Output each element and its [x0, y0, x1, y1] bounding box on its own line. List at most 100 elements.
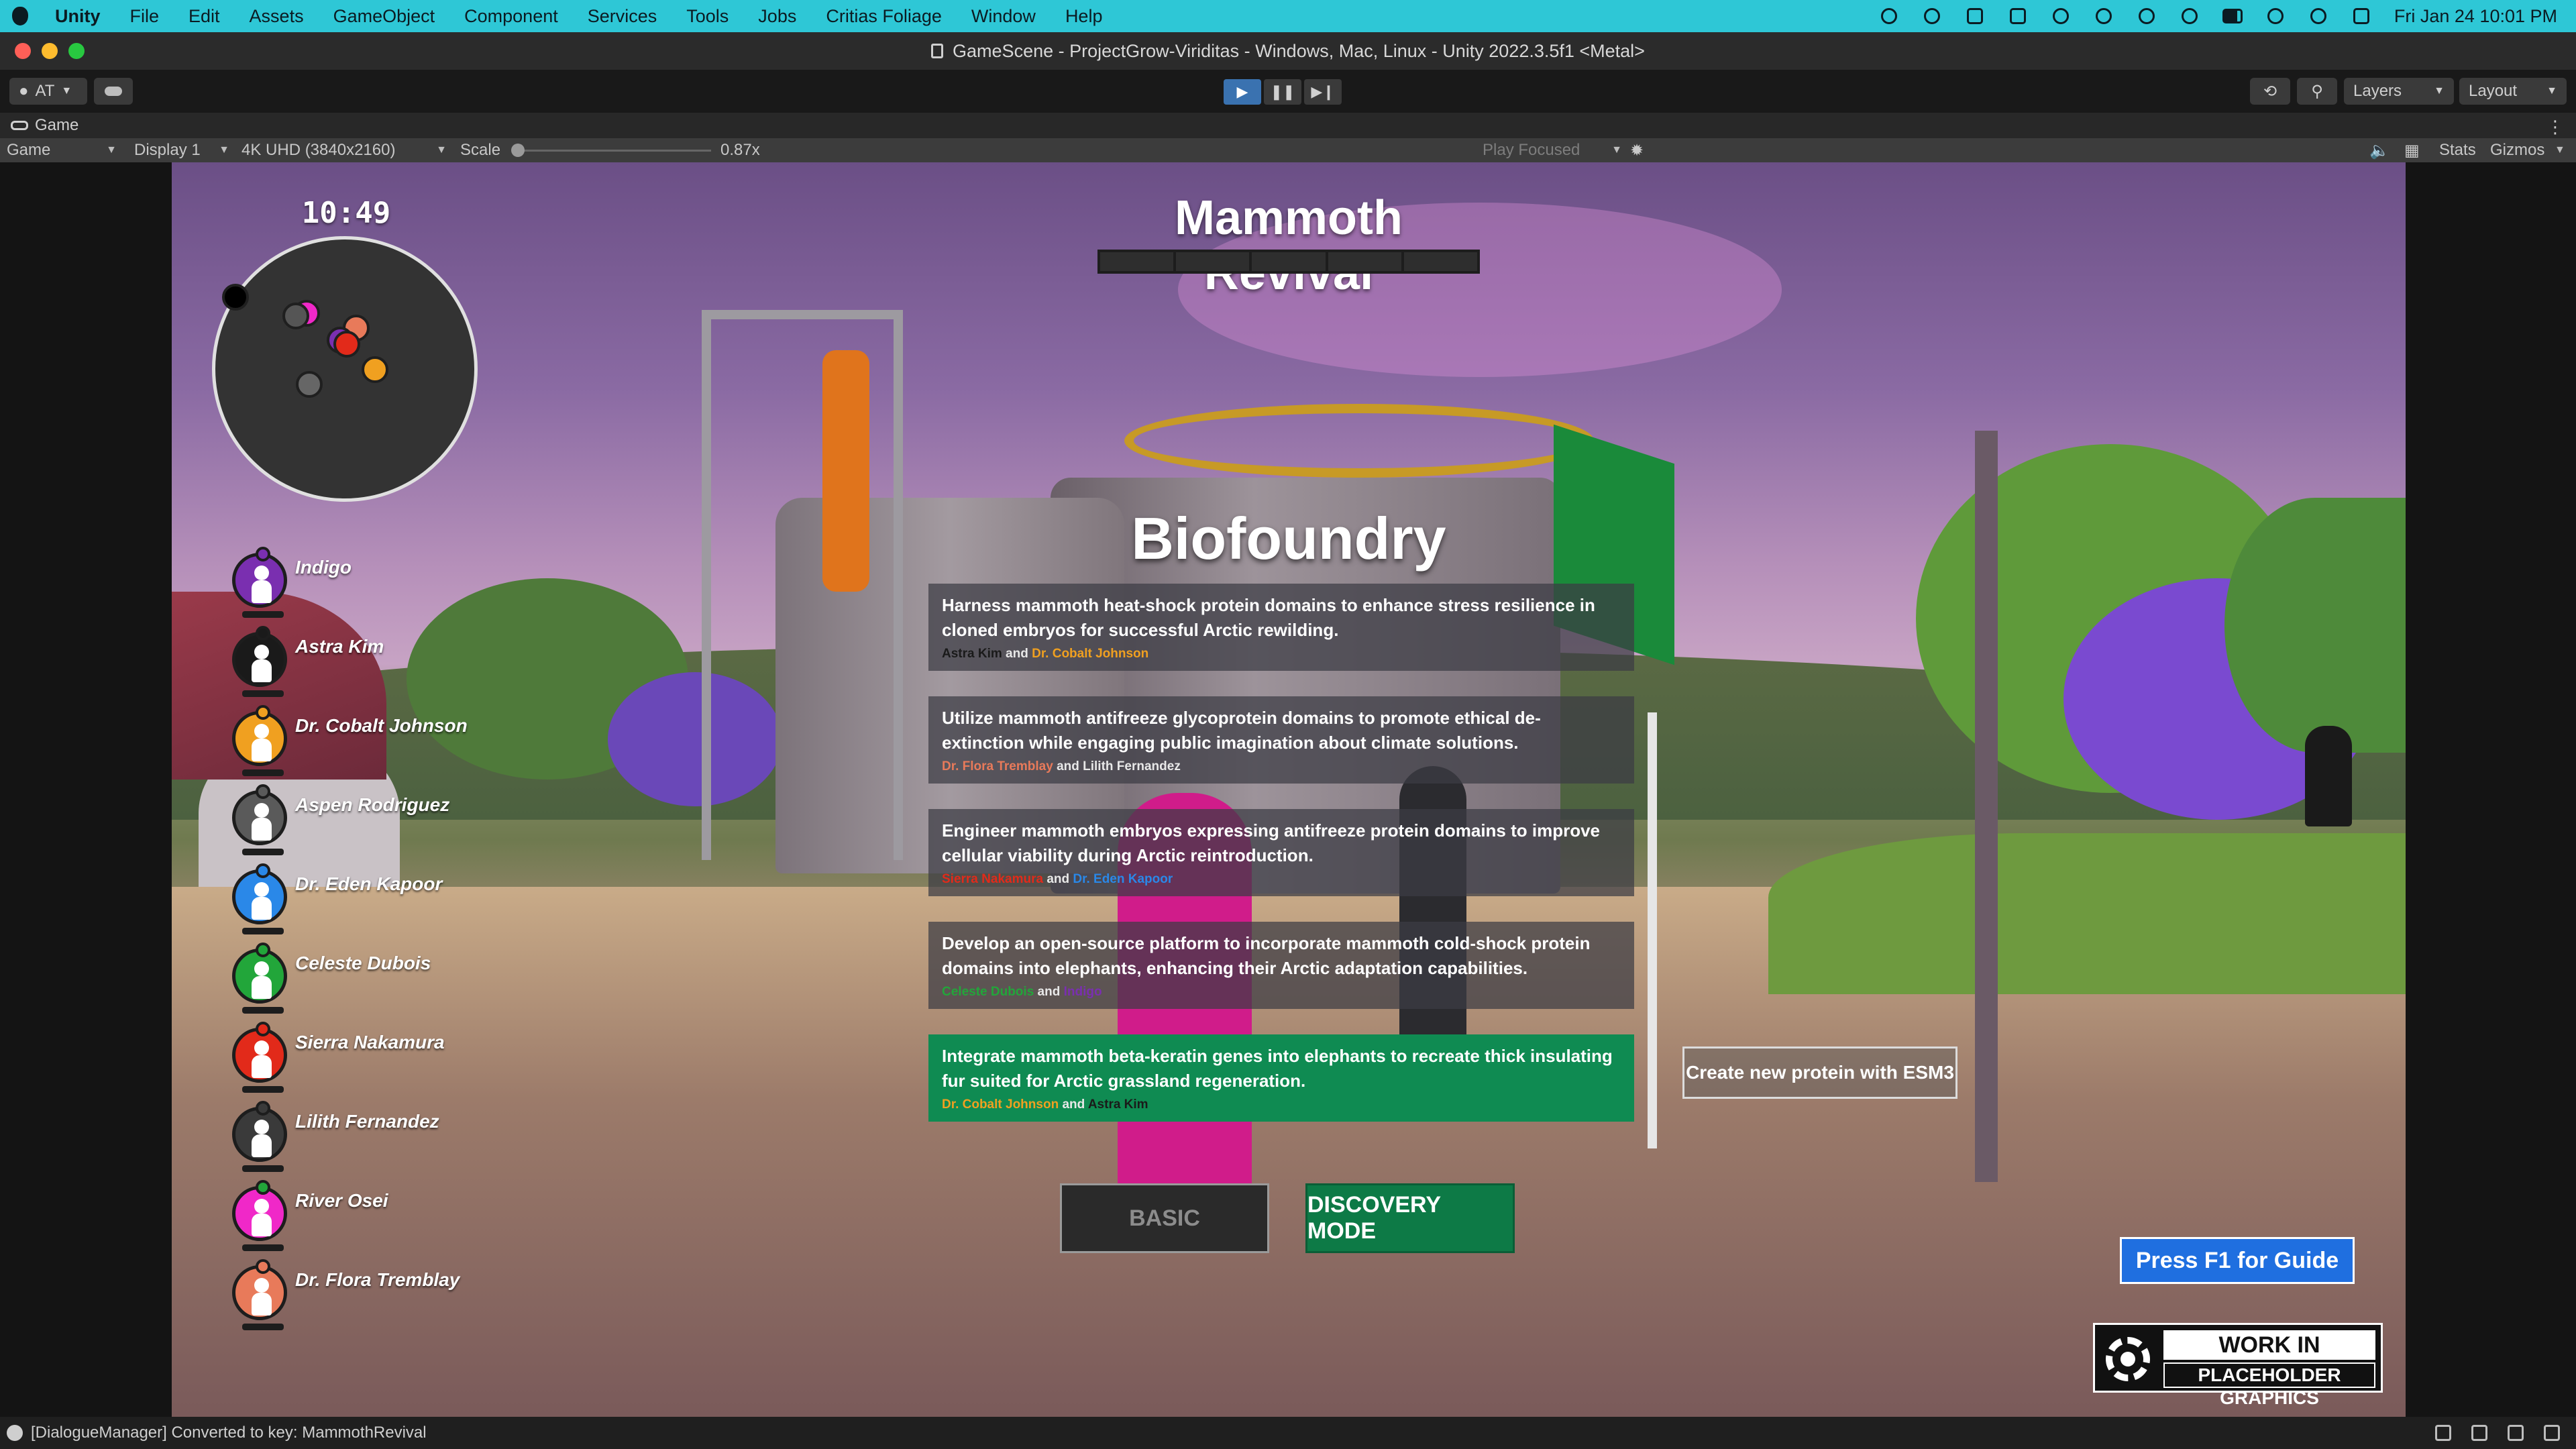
option-author-1: Dr. Cobalt Johnson [942, 1097, 1059, 1112]
dropbox-icon[interactable] [1879, 7, 1899, 25]
play-focused-dropdown[interactable]: Play Focused ▼ [1483, 138, 1622, 162]
option-card-4[interactable]: Develop an open-source platform to incor… [928, 922, 1634, 1009]
display-dropdown[interactable]: Display 1 ▼ [134, 138, 229, 162]
grid-icon[interactable]: ▦ [2404, 138, 2420, 162]
game-tab[interactable]: Game ⋮ [0, 113, 2576, 138]
apple-menu-icon[interactable] [0, 0, 40, 32]
gamepad-icon [11, 121, 28, 130]
gizmos-button[interactable]: Gizmos [2490, 138, 2544, 162]
layout-label: Layout [2469, 82, 2518, 100]
bluetooth-icon[interactable] [2137, 7, 2157, 25]
discovery-mode-button[interactable]: DISCOVERY MODE [1305, 1183, 1515, 1253]
brightness-icon[interactable] [2094, 7, 2114, 25]
unity-toolbar: ● AT ▼ ▶ ❚❚ ▶❙ ⟲ ⚲ Layers ▼ Layout ▼ [0, 70, 2576, 113]
mute-audio-icon[interactable]: 🔈 [2369, 138, 2390, 162]
player-item-celeste-dubois[interactable]: Celeste Dubois [232, 941, 500, 1014]
option-card-1[interactable]: Harness mammoth heat-shock protein domai… [928, 584, 1634, 671]
option-card-2[interactable]: Utilize mammoth antifreeze glycoprotein … [928, 696, 1634, 784]
avatar [232, 547, 287, 618]
menu-critias-foliage[interactable]: Critias Foliage [811, 6, 957, 27]
menubar-clock[interactable]: Fri Jan 24 10:01 PM [2394, 6, 2557, 27]
game-tab-label: Game [35, 116, 79, 134]
search-icon[interactable] [2308, 7, 2328, 25]
minimize-window-button[interactable] [42, 43, 58, 59]
menu-jobs[interactable]: Jobs [743, 6, 811, 27]
view-dropdown[interactable]: Game ▼ [7, 138, 117, 162]
menu-help[interactable]: Help [1051, 6, 1118, 27]
player-item-eden-kapoor[interactable]: Dr. Eden Kapoor [232, 861, 500, 935]
console-status-bar[interactable]: [DialogueManager] Converted to key: Mamm… [0, 1417, 2576, 1449]
player-item-lilith-fernandez[interactable]: Lilith Fernandez [232, 1099, 500, 1173]
cache-icon[interactable] [2471, 1425, 2487, 1441]
chatgpt-icon[interactable] [1922, 7, 1942, 25]
minimap[interactable] [212, 236, 478, 502]
scale-slider-handle[interactable] [511, 144, 525, 157]
menu-edit[interactable]: Edit [174, 6, 235, 27]
player-item-cobalt-johnson[interactable]: Dr. Cobalt Johnson [232, 703, 500, 777]
chevron-down-icon[interactable]: ▼ [2555, 138, 2565, 162]
basic-mode-button[interactable]: BASIC [1060, 1183, 1269, 1253]
option-author-join: and [1046, 871, 1070, 886]
menu-component[interactable]: Component [449, 6, 573, 27]
option-list-scrollbar[interactable] [1648, 712, 1657, 1148]
dropbox-sync-icon[interactable] [1965, 7, 1985, 25]
menu-services[interactable]: Services [573, 6, 672, 27]
progress-icon[interactable] [2544, 1425, 2560, 1441]
player-item-sierra-nakamura[interactable]: Sierra Nakamura [232, 1020, 500, 1093]
option-card-5-selected[interactable]: Integrate mammoth beta-keratin genes int… [928, 1034, 1634, 1122]
play-icon[interactable] [2180, 7, 2200, 25]
maximize-window-button[interactable] [68, 43, 85, 59]
option-author-2: Dr. Cobalt Johnson [1032, 646, 1149, 661]
close-window-button[interactable] [15, 43, 31, 59]
network-icon[interactable] [2508, 1425, 2524, 1441]
player-item-astra-kim[interactable]: Astra Kim [232, 624, 500, 698]
guide-button[interactable]: Press F1 for Guide [2120, 1237, 2355, 1284]
game-view-toolbar: Game ▼ Display 1 ▼ 4K UHD (3840x2160) ▼ … [0, 138, 2576, 162]
layers-dropdown[interactable]: Layers ▼ [2344, 78, 2454, 105]
resolution-label: 4K UHD (3840x2160) [241, 141, 396, 159]
create-protein-esm3-button[interactable]: Create new protein with ESM3 [1682, 1046, 1957, 1099]
option-author-1: Astra Kim [942, 646, 1002, 661]
orange-pipes [822, 350, 869, 592]
play-button[interactable]: ▶ [1224, 79, 1261, 105]
wip-line-1: WORK IN PROGRESS [2163, 1330, 2375, 1387]
player-item-indigo[interactable]: Indigo [232, 545, 500, 619]
avatar [232, 1259, 287, 1330]
search-button[interactable]: ⚲ [2297, 78, 2337, 105]
menu-assets[interactable]: Assets [235, 6, 319, 27]
notion-icon[interactable] [2008, 7, 2028, 25]
player-item-flora-tremblay[interactable]: Dr. Flora Tremblay [232, 1257, 500, 1331]
player-name: Lilith Fernandez [295, 1111, 439, 1132]
battery-icon[interactable] [2222, 7, 2243, 25]
menu-tools[interactable]: Tools [672, 6, 743, 27]
game-viewport[interactable]: 10:49 Indigo Astra Kim Dr. Cobalt Johnso… [172, 162, 2406, 1417]
menu-window[interactable]: Window [957, 6, 1051, 27]
pause-button[interactable]: ❚❚ [1264, 79, 1301, 105]
progress-segment [1252, 252, 1326, 271]
cloud-button[interactable] [94, 78, 133, 105]
menu-file[interactable]: File [115, 6, 174, 27]
wifi-icon[interactable] [2051, 7, 2071, 25]
menu-app-unity[interactable]: Unity [40, 6, 115, 27]
menu-gameobject[interactable]: GameObject [319, 6, 450, 27]
player-name: River Osei [295, 1190, 388, 1211]
history-button[interactable]: ⟲ [2250, 78, 2290, 105]
debug-icon[interactable] [2435, 1425, 2451, 1441]
option-card-3[interactable]: Engineer mammoth embryos expressing anti… [928, 809, 1634, 896]
step-button[interactable]: ▶❙ [1304, 79, 1342, 105]
chevron-down-icon: ▼ [106, 144, 117, 156]
more-options-icon[interactable]: ⋮ [2546, 117, 2564, 138]
option-authors: Celeste Dubois and Indigo [942, 985, 1621, 1000]
account-dropdown[interactable]: ● AT ▼ [9, 78, 87, 105]
progress-segment [1328, 252, 1401, 271]
resolution-dropdown[interactable]: 4K UHD (3840x2160) ▼ [241, 138, 447, 162]
scale-slider-track[interactable] [519, 150, 711, 152]
player-item-aspen-rodriguez[interactable]: Aspen Rodriguez [232, 782, 500, 856]
stats-button[interactable]: Stats [2439, 138, 2476, 162]
control-center-icon[interactable] [2351, 7, 2371, 25]
progress-segment [1176, 252, 1250, 271]
layout-dropdown[interactable]: Layout ▼ [2459, 78, 2567, 105]
player-item-river-osei[interactable]: River Osei [232, 1178, 500, 1252]
bug-icon[interactable]: ✹ [1630, 138, 1644, 162]
timer-icon[interactable] [2265, 7, 2286, 25]
